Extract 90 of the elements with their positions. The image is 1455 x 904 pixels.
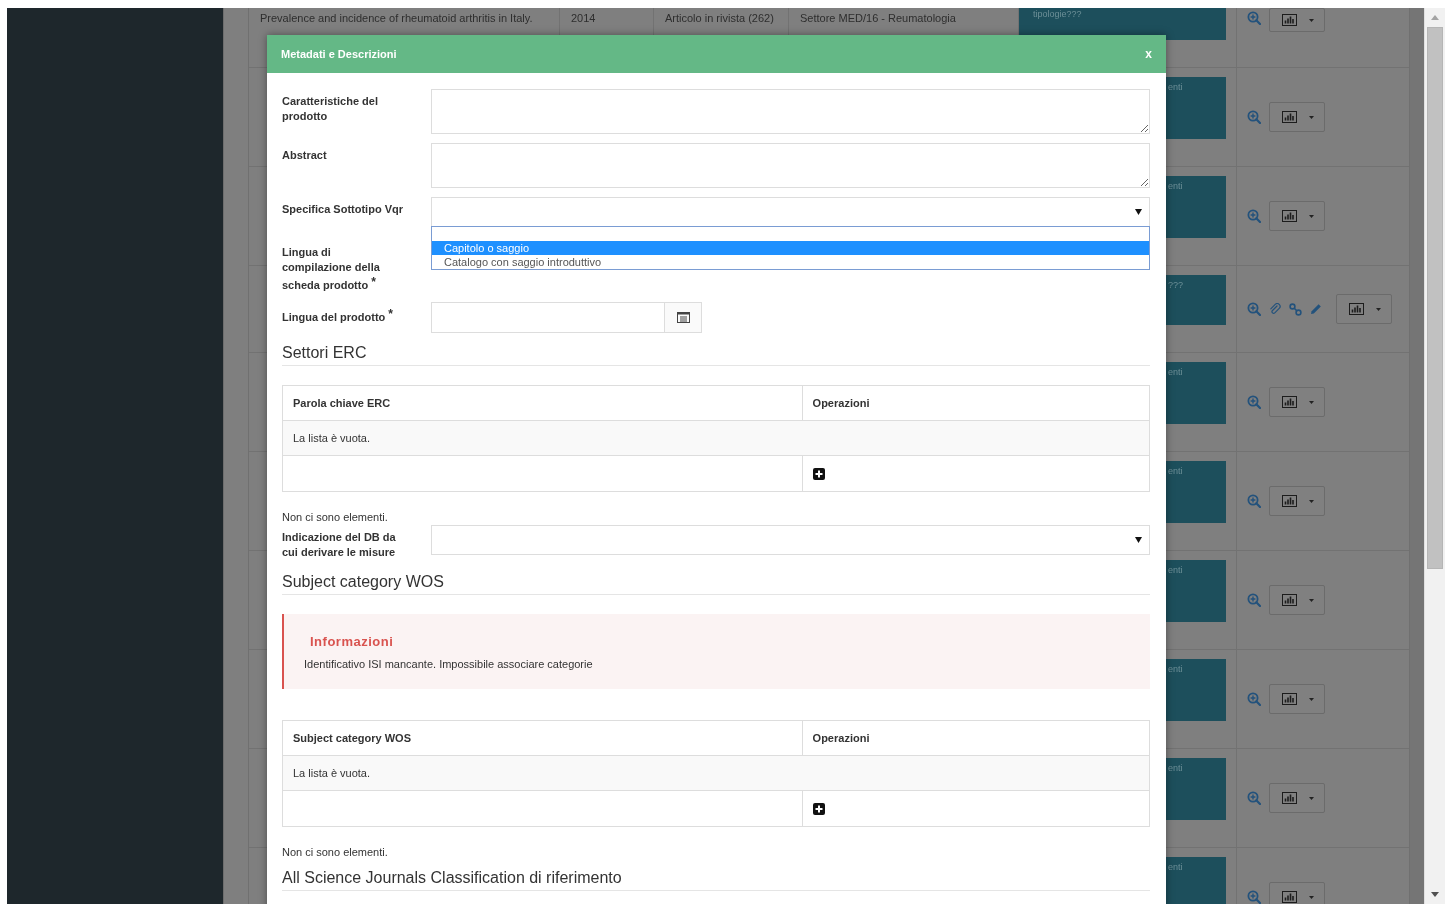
text-area[interactable] — [431, 143, 1150, 188]
zoom-in-icon[interactable] — [1247, 890, 1261, 904]
table-cell-text: La lista è vuota. — [292, 431, 372, 446]
alert-text: Identificativo ISI mancante. Impossibile associare categorie — [304, 658, 594, 670]
field-label: Caratteristiche del prodotto — [282, 94, 379, 124]
modal-title: Metadati e Descrizioni — [281, 48, 397, 60]
zoom-in-icon[interactable] — [1247, 593, 1261, 607]
caret-icon — [1309, 598, 1314, 602]
link-icon[interactable] — [1289, 302, 1302, 316]
list-icon — [676, 312, 690, 323]
section-heading: Subject category WOS — [282, 573, 1150, 595]
chart-dropdown-button[interactable] — [1269, 8, 1325, 32]
status-text: enti — [1168, 862, 1183, 872]
zoom-in-icon[interactable] — [1247, 692, 1261, 706]
caret-icon — [1309, 499, 1314, 503]
chart-dropdown-button[interactable] — [1336, 294, 1392, 324]
status-text: enti — [1168, 367, 1183, 377]
plus-icon[interactable] — [812, 467, 825, 480]
caret-icon — [1309, 115, 1314, 119]
chart-dropdown-button[interactable] — [1269, 201, 1325, 231]
scrollbar[interactable] — [1424, 8, 1445, 904]
bar-chart-icon — [1282, 594, 1297, 606]
chart-dropdown-button[interactable] — [1269, 684, 1325, 714]
zoom-in-icon[interactable] — [1247, 110, 1261, 124]
status-text: enti — [1168, 466, 1183, 476]
chart-dropdown-button[interactable] — [1269, 585, 1325, 615]
caret-icon — [1309, 796, 1314, 800]
chart-dropdown-button[interactable] — [1269, 882, 1325, 904]
chart-dropdown-button[interactable] — [1269, 783, 1325, 813]
caret-icon — [1309, 697, 1314, 701]
bar-chart-icon — [1282, 14, 1297, 26]
close-button[interactable]: x — [1145, 47, 1152, 61]
bar-chart-icon — [1282, 495, 1297, 507]
caret-icon — [1309, 400, 1314, 404]
table-cell-text: 2014 — [570, 11, 596, 24]
caret-icon — [1309, 18, 1314, 22]
bar-chart-icon — [1282, 891, 1297, 903]
bar-chart-icon — [1282, 210, 1297, 222]
alert-title: Informazioni — [309, 634, 395, 649]
dropdown-option[interactable]: Capitolo o saggio — [432, 241, 1149, 255]
bar-chart-icon — [1349, 303, 1364, 315]
scroll-thumb[interactable] — [1427, 27, 1443, 569]
column-header: Operazioni — [811, 731, 871, 746]
status-text: ??? — [1168, 280, 1184, 290]
text-area[interactable] — [431, 89, 1150, 134]
empty-note: Non ci sono elementi. — [282, 846, 389, 858]
paperclip-icon[interactable] — [1269, 302, 1281, 316]
table-cell-text: Prevalence and incidence of rheumatoid arthritis in Italy. — [259, 11, 533, 24]
table-cell-text: La lista è vuota. — [292, 766, 372, 781]
status-text: enti — [1168, 181, 1183, 191]
list-button[interactable] — [665, 302, 702, 333]
table-cell-text: Settore MED/16 - Reumatologia — [799, 11, 956, 24]
section-heading: All Science Journals Classification di riferimento — [282, 869, 1150, 891]
bar-chart-icon — [1282, 792, 1297, 804]
status-text: tipologie??? — [1033, 9, 1082, 19]
caret-icon — [1376, 307, 1381, 311]
status-text: enti — [1168, 82, 1183, 92]
empty-note: Non ci sono elementi. — [282, 511, 389, 523]
bar-chart-icon — [1282, 693, 1297, 705]
zoom-in-icon[interactable] — [1247, 494, 1261, 508]
status-text: enti — [1168, 565, 1183, 575]
zoom-in-icon[interactable] — [1247, 209, 1261, 223]
pencil-icon[interactable] — [1310, 303, 1322, 315]
table-cell-text: Articolo in rivista (262) — [664, 11, 774, 24]
chart-dropdown-button[interactable] — [1269, 387, 1325, 417]
field-label: Specifica Sottotipo Vqr — [282, 202, 404, 217]
bar-chart-icon — [1282, 396, 1297, 408]
zoom-in-icon[interactable] — [1247, 395, 1261, 409]
zoom-in-icon[interactable] — [1247, 791, 1261, 805]
field-label: Abstract — [282, 148, 328, 163]
caret-icon — [1309, 895, 1314, 899]
zoom-in-icon[interactable] — [1247, 11, 1261, 25]
dropdown-arrow-icon — [1135, 209, 1142, 215]
zoom-in-icon[interactable] — [1247, 302, 1261, 316]
section-heading: Settori ERC — [282, 344, 1150, 366]
column-header: Operazioni — [811, 396, 871, 411]
caret-icon — [1309, 214, 1314, 218]
bar-chart-icon — [1282, 111, 1297, 123]
dropdown-option[interactable]: Catalogo con saggio introduttivo — [432, 255, 1149, 269]
chart-dropdown-button[interactable] — [1269, 486, 1325, 516]
dropdown-arrow-icon — [1135, 537, 1142, 543]
select-field[interactable] — [431, 525, 1150, 555]
chart-dropdown-button[interactable] — [1269, 102, 1325, 132]
scroll-down-icon[interactable] — [1431, 892, 1439, 897]
plus-icon[interactable] — [812, 802, 825, 815]
status-text: enti — [1168, 763, 1183, 773]
scroll-up-icon[interactable] — [1431, 15, 1439, 20]
status-text: enti — [1168, 664, 1183, 674]
text-input[interactable] — [431, 302, 665, 333]
field-label: Indicazione del DB da cui derivare le misure — [282, 530, 397, 560]
